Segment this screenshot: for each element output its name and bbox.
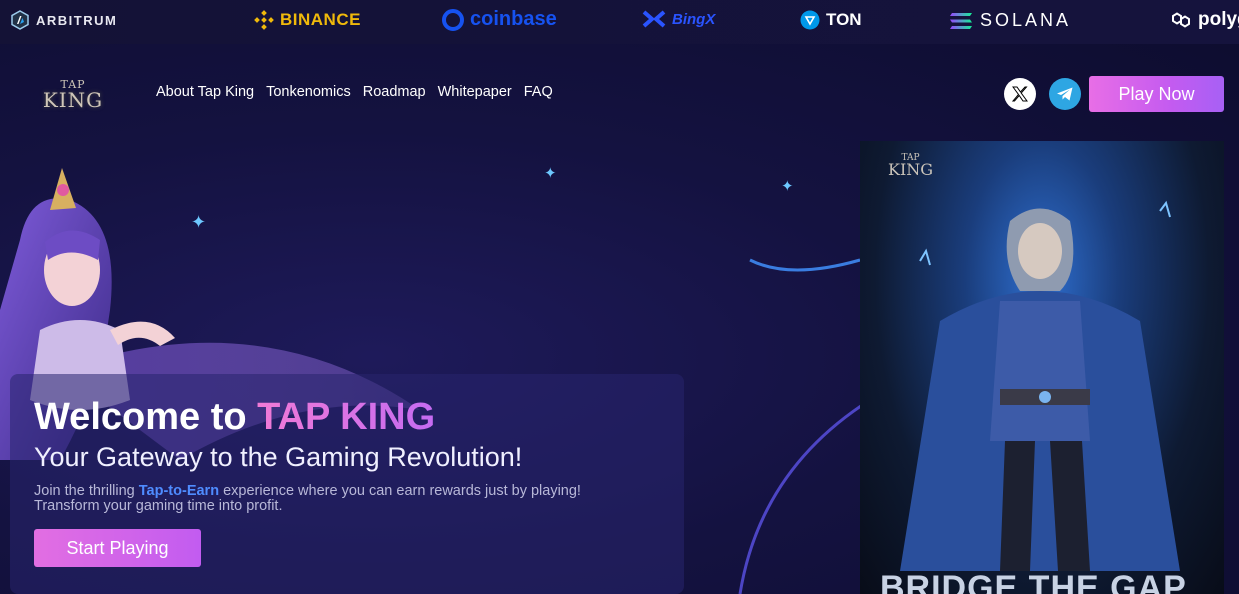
hero-description: Join the thrilling Tap-to-Earn experienc…: [34, 484, 624, 514]
telegram-icon: [1057, 87, 1073, 101]
hero-poster: TAP KING BRIDGE THE GAP: [860, 141, 1224, 594]
partner-ton: TON: [800, 10, 862, 30]
hero-desc-before: Join the thrilling: [34, 483, 139, 499]
nav-item-about[interactable]: About Tap King: [156, 84, 254, 100]
arbitrum-icon: [11, 10, 29, 30]
binance-icon: [254, 10, 274, 30]
coinbase-icon: [442, 8, 464, 31]
partner-coinbase: coinbase: [442, 8, 557, 31]
x-logo-icon: [1012, 86, 1028, 102]
partner-arbitrum-label: ARBITRUM: [36, 12, 118, 28]
hero-title-prefix: Welcome to: [34, 396, 258, 438]
sparkle-icon: ✦: [544, 165, 557, 182]
telegram-social-button[interactable]: [1049, 78, 1081, 110]
partner-logos-strip: ARBITRUM BINANCE coinbase BingX TON SOLA…: [0, 0, 1239, 44]
decorative-arc: [738, 258, 871, 594]
partner-binance: BINANCE: [254, 10, 361, 30]
play-now-button[interactable]: Play Now: [1089, 76, 1224, 112]
x-social-button[interactable]: [1004, 78, 1036, 110]
hero-title: Welcome to TAP KING: [34, 396, 435, 439]
warrior-character-illustration: [900, 200, 1180, 571]
partner-binance-label: BINANCE: [280, 10, 361, 29]
partner-solana-label: SOLANA: [980, 10, 1072, 30]
nav-item-whitepaper[interactable]: Whitepaper: [438, 84, 512, 100]
polygon-icon: [1172, 12, 1190, 28]
nav-item-faq[interactable]: FAQ: [524, 84, 553, 100]
bingx-icon: [642, 10, 666, 28]
partner-arbitrum: ARBITRUM: [10, 10, 117, 30]
hero-title-accent: TAP KING: [257, 396, 436, 438]
partner-ton-label: TON: [826, 10, 862, 29]
logo-king: KING: [42, 88, 104, 112]
hero-subtitle: Your Gateway to the Gaming Revolution!: [34, 442, 523, 472]
partner-polygon: polyg: [1170, 9, 1239, 31]
main-nav: About Tap King Tonkenomics Roadmap White…: [156, 84, 553, 100]
site-logo[interactable]: TAP KING: [36, 78, 110, 116]
nav-item-tonkenomics[interactable]: Tonkenomics: [266, 84, 351, 100]
partner-bingx: BingX: [642, 10, 715, 28]
partner-polygon-label: polyg: [1198, 9, 1239, 30]
hero-desc-highlight: Tap-to-Earn: [138, 483, 220, 499]
partner-coinbase-label: coinbase: [470, 8, 557, 30]
nav-item-roadmap[interactable]: Roadmap: [363, 84, 426, 100]
partner-bingx-label: BingX: [672, 10, 716, 28]
sparkle-icon: ✦: [781, 178, 794, 195]
start-playing-button[interactable]: Start Playing: [34, 529, 201, 567]
partner-solana: SOLANA: [948, 10, 1071, 31]
solana-icon: [950, 12, 972, 29]
poster-banner: BRIDGE THE GAP: [880, 569, 1187, 594]
ton-icon: [800, 10, 820, 30]
